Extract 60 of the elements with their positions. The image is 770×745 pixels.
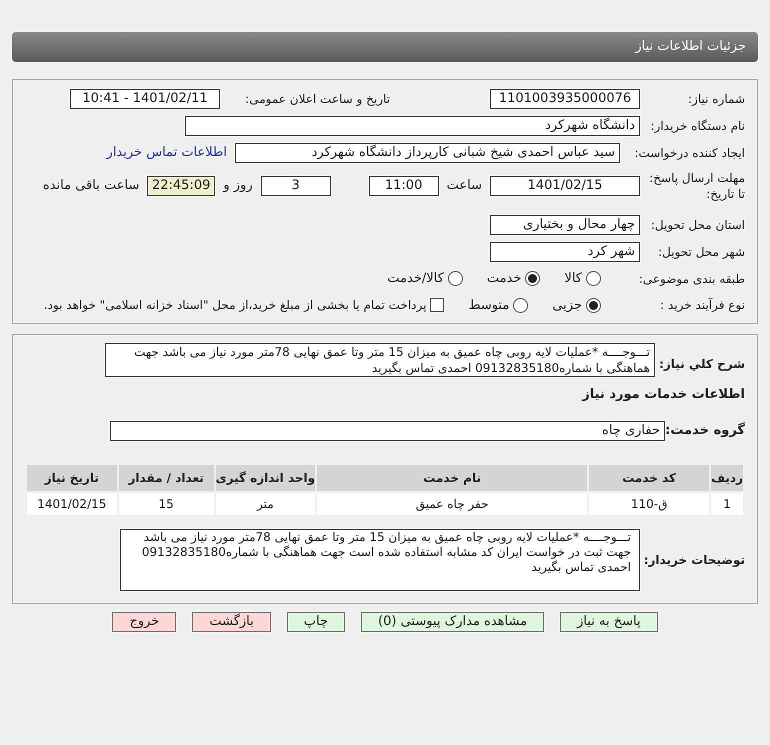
column-header: تعداد / مقدار [118,464,214,490]
checkbox[interactable] [430,298,444,312]
field-label: نوع فرآیند خرید : [659,297,745,314]
field-value: دانشگاه شهرکرد [185,116,640,136]
field-label: استان محل تحویل: [650,217,745,234]
field-value: سید عباس احمدی شیخ شبانی کارپرداز دانشگاه شهرکرد [235,143,620,163]
notes-text: تـــوجــــه *عملیات لایه روبی چاه عمیق به میزان 15 متر وتا عمق نهایی 78متر مورد نیاز می باشد جهت ثبت در خواست ایران کد مشابه استفاده شده است جهت هماهنگی با شماره09132835180 احمدی تماس بگیرید [120,528,640,590]
field-label: تاریخ و ساعت اعلان عمومی: [244,91,390,108]
table-cell: حفر چاه عمیق [317,492,588,514]
field-label: مهلت ارسال پاسخ: تا تاریخ: [648,170,745,202]
field-value: شهر کرد [490,242,640,262]
time-label: ساعت [446,177,482,196]
field-label: شهر محل تحویل: [657,244,745,261]
field-label: ایجاد کننده درخواست: [633,145,745,162]
action-button[interactable]: خروج [112,612,176,632]
field-value: حفاری چاه [110,420,665,440]
summary-text: تـــوجــــه *عملیات لایه روبی چاه عمیق به میزان 15 متر وتا عمق نهایی 78متر مورد نیاز می باشد جهت هماهنگی با شماره09132835180 احمدی تماس بگیرید [105,343,655,377]
field-label: طبقه بندی موضوعی: [638,270,745,288]
summary-label: شرح کلي نياز: [658,356,745,373]
radio-button[interactable] [586,298,601,313]
table-cell: 1401/02/15 [27,492,117,514]
radio-button[interactable] [586,271,601,286]
radio-label: کالا [564,270,582,288]
radio-label: متوسط [468,296,510,314]
notes-label: توضیحات خریدار: [642,552,745,568]
section-title: اطلاعات خدمات مورد نیاز [580,386,745,404]
field-value: 22:45:09 [147,176,216,196]
checkbox-label: پرداخت تمام یا بخشی از مبلغ خرید،از محل "اسناد خزانه اسلامی" خواهد بود. [44,297,426,314]
column-header: کد خدمت [589,464,710,490]
field-label: نام دستگاه خریدار: [650,118,745,135]
action-button[interactable]: بازگشت [192,612,271,632]
column-header: تاریخ نیاز [27,464,117,490]
table-cell: متر [216,492,316,514]
field-value: چهار محال و بختیاری [490,215,640,235]
action-button[interactable]: چاپ [286,612,345,632]
field-value: 1101003935000076 [490,89,640,109]
action-button[interactable]: مشاهده مدارک پیوستی (0) [361,612,544,632]
field-value: 1401/02/15 [490,176,640,196]
page-title: جزئیات اطلاعات نیاز [635,38,746,56]
field-label: شماره نیاز: [687,91,745,108]
radio-button[interactable] [448,271,463,286]
column-header: نام خدمت [317,464,588,490]
field-value: 11:00 [368,176,439,196]
radio-button[interactable] [513,298,528,313]
column-header: ردیف [711,464,743,490]
column-header: واحد اندازه گیری [216,464,316,490]
field-value: 3 [260,176,331,196]
table-cell: ق-110 [589,492,710,514]
days-label: روز و [223,177,253,196]
remaining-label: ساعت باقی مانده [42,177,140,196]
group-label: گروه خدمت: [665,421,745,440]
radio-label: خدمت [486,270,522,288]
field-value: 1401/02/11 - 10:41 [70,89,220,109]
table-cell: 15 [118,492,214,514]
action-button[interactable]: پاسخ به نیاز [560,612,658,632]
radio-label: جزیی [552,296,582,314]
radio-label: کالا/خدمت [387,270,444,288]
table-cell: 1 [711,492,743,514]
radio-button[interactable] [525,271,540,286]
contact-link[interactable]: اطلاعات تماس خریدار [106,143,227,163]
